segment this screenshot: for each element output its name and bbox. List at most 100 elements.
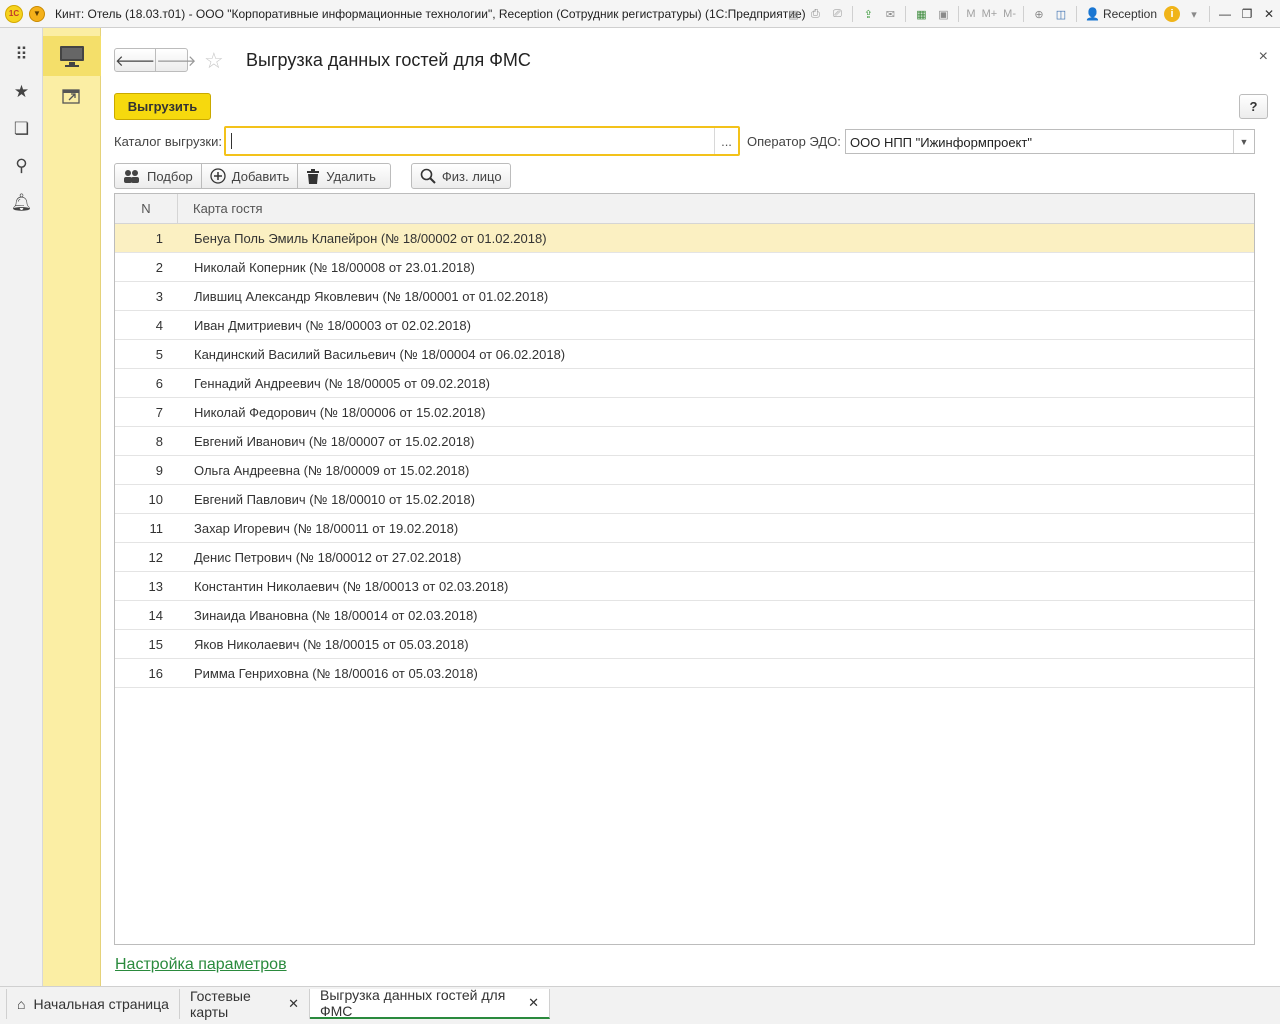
help-button[interactable]: ? bbox=[1239, 94, 1268, 119]
separator bbox=[852, 6, 854, 22]
section-panel bbox=[43, 28, 101, 986]
close-icon[interactable]: × bbox=[1259, 48, 1268, 66]
info-icon[interactable]: i bbox=[1164, 6, 1180, 22]
table-row[interactable]: 9 Ольга Андреевна (№ 18/00009 от 15.02.20… bbox=[115, 456, 1254, 485]
print-icon[interactable]: ⎙ bbox=[805, 5, 825, 23]
delete-button[interactable]: Удалить bbox=[298, 163, 391, 189]
tab-home-label: Начальная страница bbox=[33, 996, 169, 1012]
table-row[interactable]: 8 Евгений Иванович (№ 18/00007 от 15.02.2… bbox=[115, 427, 1254, 456]
guest-card-cell: Николай Федорович (№ 18/00006 от 15.02.2… bbox=[194, 404, 486, 420]
table-row[interactable]: 1 Бенуа Поль Эмиль Клапейрон (№ 18/00002 … bbox=[115, 224, 1254, 253]
table-row[interactable]: 6 Геннадий Андреевич (№ 18/00005 от 09.02… bbox=[115, 369, 1254, 398]
restore-button[interactable]: ❐ bbox=[1236, 5, 1258, 23]
guest-card-cell: Зинаида Ивановна (№ 18/00014 от 02.03.20… bbox=[194, 607, 478, 623]
add-button[interactable]: Добавить bbox=[201, 163, 299, 189]
calculator-icon[interactable]: ▦ bbox=[911, 5, 931, 23]
memory-minus-button[interactable]: M- bbox=[1003, 8, 1016, 20]
chevron-down-icon[interactable]: ▼ bbox=[1233, 130, 1254, 153]
table-row[interactable]: 3 Лившиц Александр Яковлевич (№ 18/00001 … bbox=[115, 282, 1254, 311]
guest-card-cell: Денис Петрович (№ 18/00012 от 27.02.2018… bbox=[194, 549, 462, 565]
row-number: 1 bbox=[155, 230, 163, 246]
history-icon[interactable]: ❏ bbox=[0, 110, 43, 147]
select-button[interactable]: Подбор bbox=[114, 163, 202, 189]
favorite-star-icon[interactable]: ☆ bbox=[204, 48, 224, 74]
upload-icon[interactable]: ⇪ bbox=[858, 5, 878, 23]
title-toolbar: ▤ ⎙ ⎚ ⇪ ✉ ▦ ▣ M M+ M- ⊕ ◫ 👤 Reception i … bbox=[782, 0, 1280, 28]
tab-fms-export-label: Выгрузка данных гостей для ФМС bbox=[320, 987, 506, 1019]
zoom-icon[interactable]: ⊕ bbox=[1029, 5, 1049, 23]
settings-link[interactable]: Настройка параметров bbox=[115, 956, 287, 974]
table-row[interactable]: 2 Николай Коперник (№ 18/00008 от 23.01.2… bbox=[115, 253, 1254, 282]
desktop-monitor-icon[interactable] bbox=[43, 36, 101, 76]
row-number: 11 bbox=[149, 520, 164, 536]
guest-card-cell: Захар Игоревич (№ 18/00011 от 19.02.2018… bbox=[194, 520, 459, 536]
person-button[interactable]: Физ. лицо bbox=[410, 163, 511, 189]
table-row[interactable]: 10 Евгений Павлович (№ 18/00010 от 15.02.… bbox=[115, 485, 1254, 514]
user-menu[interactable]: 👤 Reception bbox=[1085, 7, 1157, 21]
nav-buttons: 🡐 🡒 bbox=[114, 48, 196, 72]
close-icon[interactable]: ✕ bbox=[288, 996, 299, 1012]
edo-operator-value: ООО НПП "Ижинформпроект" bbox=[850, 135, 1032, 150]
guest-card-cell: Римма Генриховна (№ 18/00016 от 05.03.20… bbox=[194, 665, 478, 681]
separator bbox=[1209, 6, 1210, 22]
memory-button[interactable]: M bbox=[966, 8, 975, 20]
column-header-n[interactable]: N bbox=[115, 194, 178, 223]
favorites-star-icon[interactable]: ★ bbox=[0, 73, 43, 110]
export-window-icon[interactable] bbox=[43, 76, 101, 116]
tab-fms-export[interactable]: Выгрузка данных гостей для ФМС ✕ bbox=[310, 987, 550, 1019]
app-logo-icon: 1С bbox=[5, 4, 23, 23]
row-number: 12 bbox=[148, 549, 163, 565]
row-number: 3 bbox=[155, 288, 163, 304]
guest-card-cell: Ольга Андреевна (№ 18/00009 от 15.02.201… bbox=[194, 462, 470, 478]
separator bbox=[1076, 6, 1077, 22]
notifications-bell-icon[interactable]: 🔔︎ bbox=[0, 184, 43, 221]
table-row[interactable]: 15 Яков Николаевич (№ 18/00015 от 05.03.2… bbox=[115, 630, 1254, 659]
separator bbox=[905, 6, 907, 22]
back-arrow-icon[interactable]: 🡐 bbox=[115, 49, 155, 71]
add-label: Добавить bbox=[231, 168, 290, 184]
row-number: 14 bbox=[148, 607, 163, 623]
forward-arrow-icon[interactable]: 🡒 bbox=[155, 49, 196, 71]
table-row[interactable]: 11 Захар Игоревич (№ 18/00011 от 19.02.20… bbox=[115, 514, 1254, 543]
tab-guest-cards[interactable]: Гостевые карты ✕ bbox=[180, 988, 310, 1020]
user-name: Reception bbox=[1102, 7, 1157, 21]
window-title: Кинт: Отель (18.03.т01) - ООО "Корпорати… bbox=[55, 6, 806, 21]
edo-operator-select[interactable]: ООО НПП "Ижинформпроект" ▼ bbox=[845, 129, 1255, 154]
chevron-down-icon[interactable]: ▾ bbox=[1184, 5, 1204, 23]
export-button[interactable]: Выгрузить bbox=[114, 93, 211, 120]
table-row[interactable]: 14 Зинаида Ивановна (№ 18/00014 от 02.03.… bbox=[115, 601, 1254, 630]
memory-plus-button[interactable]: M+ bbox=[982, 8, 998, 20]
table-row[interactable]: 16 Римма Генриховна (№ 18/00016 от 05.03.… bbox=[115, 659, 1254, 688]
search-icon[interactable]: ⚲ bbox=[0, 147, 43, 184]
table-row[interactable]: 12 Денис Петрович (№ 18/00012 от 27.02.20… bbox=[115, 543, 1254, 572]
window-close-button[interactable]: ✕ bbox=[1258, 5, 1280, 23]
catalog-input[interactable]: ... bbox=[224, 126, 740, 156]
mail-icon[interactable]: ✉ bbox=[880, 5, 900, 23]
sections-grid-icon[interactable]: ⠿ bbox=[0, 36, 43, 73]
user-icon: 👤 bbox=[1085, 7, 1100, 21]
column-header-card[interactable]: Карта гостя bbox=[178, 194, 1254, 223]
close-icon[interactable]: ✕ bbox=[528, 995, 539, 1011]
person-label: Физ. лицо bbox=[441, 168, 502, 184]
table-row[interactable]: 4 Иван Дмитриевич (№ 18/00003 от 02.02.20… bbox=[115, 311, 1254, 340]
table-body: 1 Бенуа Поль Эмиль Клапейрон (№ 18/00002 … bbox=[115, 224, 1254, 688]
calendar-icon[interactable]: ▣ bbox=[933, 5, 953, 23]
row-number: 13 bbox=[148, 578, 163, 594]
guest-card-cell: Евгений Павлович (№ 18/00010 от 15.02.20… bbox=[194, 491, 475, 507]
home-icon: ⌂ bbox=[17, 996, 26, 1012]
main-menu-button[interactable]: ▼ bbox=[29, 5, 45, 22]
page-title: Выгрузка данных гостей для ФМС bbox=[246, 50, 531, 70]
table-row[interactable]: 5 Кандинский Василий Васильевич (№ 18/000… bbox=[115, 340, 1254, 369]
save-icon[interactable]: ▤ bbox=[783, 5, 803, 23]
tab-home[interactable]: ⌂ Начальная страница bbox=[6, 989, 180, 1019]
preview-icon[interactable]: ⎚ bbox=[827, 5, 847, 23]
guest-cards-table[interactable]: N Карта гостя 1 Бенуа Поль Эмиль Клапейро… bbox=[114, 193, 1255, 945]
catalog-choose-button[interactable]: ... bbox=[714, 128, 738, 154]
table-row[interactable]: 7 Николай Федорович (№ 18/00006 от 15.02.… bbox=[115, 398, 1254, 427]
row-number: 4 bbox=[155, 317, 163, 333]
separator bbox=[1023, 6, 1024, 22]
panel-layout-icon[interactable]: ◫ bbox=[1051, 5, 1071, 23]
table-row[interactable]: 13 Константин Николаевич (№ 18/00013 от 0… bbox=[115, 572, 1254, 601]
minimize-button[interactable]: — bbox=[1214, 5, 1236, 23]
form-window: 🡐 🡒 ☆ Выгрузка данных гостей для ФМС × В… bbox=[101, 28, 1280, 986]
